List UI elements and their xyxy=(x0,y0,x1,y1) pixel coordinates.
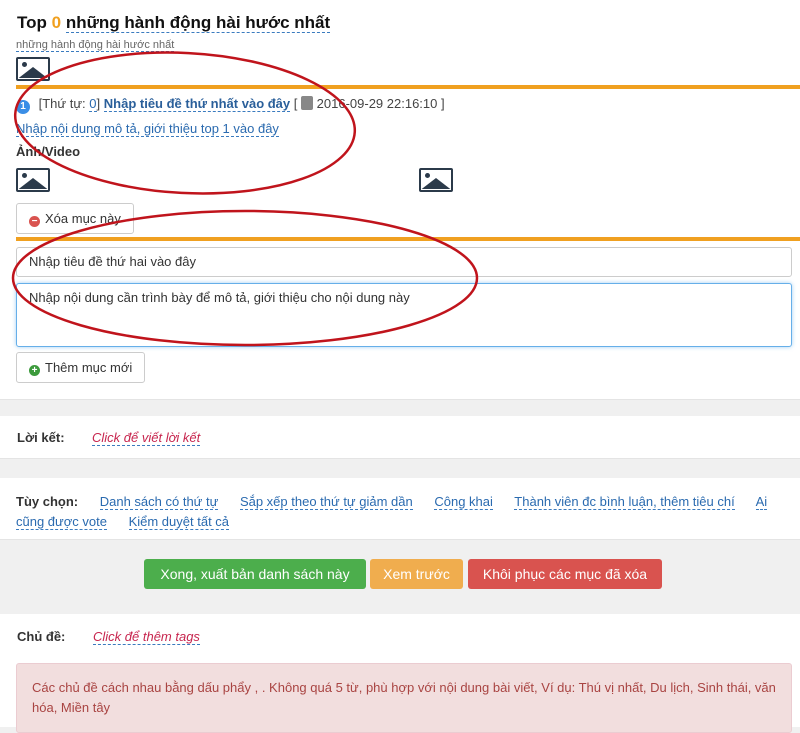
closing-label: Lời kết: xyxy=(17,430,65,445)
item-1-description[interactable]: Nhập nội dung mô tả, giới thiệu top 1 và… xyxy=(16,121,279,137)
option-public[interactable]: Công khai xyxy=(434,494,493,510)
order-label: [Thứ tự: xyxy=(38,96,86,111)
option-ordered[interactable]: Danh sách có thứ tự xyxy=(99,494,219,510)
tags-placeholder[interactable]: Click để thêm tags xyxy=(93,629,200,645)
option-member-comment[interactable]: Thành viên đc bình luận, thêm tiêu chí xyxy=(514,494,735,510)
title-prefix: Top xyxy=(17,13,47,32)
restore-button[interactable]: Khôi phục các mục đã xóa xyxy=(468,559,662,589)
option-sort-desc[interactable]: Sắp xếp theo thứ tự giảm dần xyxy=(239,494,413,510)
options-card: Tùy chọn: Danh sách có thứ tự Sắp xếp th… xyxy=(0,478,800,540)
page-title: Top 0 những hành động hài hước nhất xyxy=(17,13,331,33)
tags-hint-alert: Các chủ đề cách nhau bằng dấu phẩy , . K… xyxy=(16,663,792,733)
closing-card: Lời kết: Click để viết lời kết xyxy=(0,416,800,459)
publish-button[interactable]: Xong, xuất bản danh sách này xyxy=(144,559,366,589)
delete-item-button[interactable]: − Xóa mục này xyxy=(16,203,134,234)
plus-circle-icon: + xyxy=(29,365,40,376)
option-moderate-all[interactable]: Kiểm duyệt tất cả xyxy=(128,514,230,530)
bracket: [ xyxy=(293,96,298,111)
item-1-title[interactable]: Nhập tiêu đề thứ nhất vào đây xyxy=(103,96,291,112)
subtitle[interactable]: những hành động hài hước nhất xyxy=(16,39,175,52)
cover-image-icon[interactable] xyxy=(16,57,50,81)
item-2-title-input[interactable]: Nhập tiêu đề thứ hai vào đây xyxy=(16,247,792,277)
timestamp: 2016-09-29 22:16:10 ] xyxy=(316,96,445,111)
preview-button[interactable]: Xem trước xyxy=(370,559,463,589)
item-2-content-textarea[interactable]: Nhập nội dung cần trình bày để mô tả, gi… xyxy=(16,283,792,347)
add-label: Thêm mục mới xyxy=(45,360,133,375)
order-close: ] xyxy=(96,96,101,111)
title-editable[interactable]: những hành động hài hước nhất xyxy=(65,13,331,33)
minus-circle-icon: − xyxy=(29,216,40,227)
add-item-button[interactable]: + Thêm mục mới xyxy=(16,352,146,383)
tags-label: Chủ đề: xyxy=(17,629,66,644)
media-label: Ảnh/Video xyxy=(16,144,81,159)
closing-placeholder[interactable]: Click để viết lời kết xyxy=(92,430,201,446)
video-image-icon[interactable] xyxy=(419,168,453,192)
number-badge: 1 xyxy=(16,100,30,114)
image-icon[interactable] xyxy=(16,168,50,192)
tags-card: Chủ đề: Click để thêm tags Các chủ đề cá… xyxy=(0,614,800,733)
order-value[interactable]: 0 xyxy=(89,96,97,112)
options-label: Tùy chọn: xyxy=(16,494,79,509)
options-list: Tùy chọn: Danh sách có thứ tự Sắp xếp th… xyxy=(16,492,796,532)
divider xyxy=(16,85,800,89)
user-icon xyxy=(301,96,314,110)
item-1-header: 1 [Thứ tự: 0] Nhập tiêu đề thứ nhất vào … xyxy=(16,96,445,114)
count: 0 xyxy=(51,13,62,32)
divider xyxy=(16,237,800,241)
delete-label: Xóa mục này xyxy=(45,211,121,226)
editor-card: Top 0 những hành động hài hước nhất nhữn… xyxy=(0,0,800,400)
